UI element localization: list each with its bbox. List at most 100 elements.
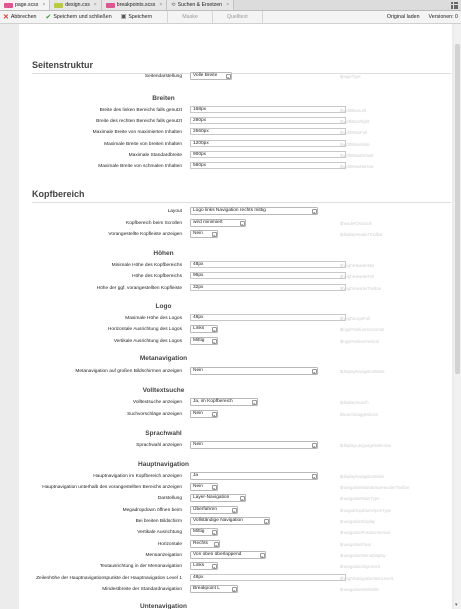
select-field[interactable]: Nein ⌄ [190,441,318,449]
field-label: Vorangestellte Kopfleiste anzeigen [108,231,182,237]
close-icon: ✕ [3,13,9,21]
file-tab[interactable]: page.scss × [0,0,51,10]
field-label: Zeilenhöhe der Hauptnavigationspunkte de… [36,575,182,581]
text-field[interactable]: 48px [190,314,346,321]
select-value: Nein [193,484,203,489]
select-field[interactable]: Nein ⌄ [190,367,318,375]
select-field[interactable]: Mittig ⌄ [190,337,218,345]
cancel-button[interactable]: ✕ Abbrechen [3,14,37,21]
file-tab[interactable]: ⟲ Suchen & Ersetzen × [167,0,234,10]
chevron-down-icon: ⌄ [225,73,231,79]
variable-hint: $widthMaxFull [340,129,367,135]
field-label: Maximale Standardbreite [128,152,182,158]
field-label: Horizontale [157,541,182,547]
text-field[interactable]: 48px [190,574,346,581]
field-label: Volltextsuche anzeigen [132,399,182,405]
field-label: Breite des rechten Bereichs falls genutz… [96,118,182,124]
file-tab-label: design.css [65,2,90,8]
field-label: Horizontale Ausrichtung des Logos [107,326,182,332]
field-label: Breite des linken Bereichs falls genutzt [99,107,182,113]
select-field[interactable]: Nein ⌄ [190,483,218,491]
field-label: Sprachwahl anzeigen [136,442,182,448]
form-row: Vorangestellte Kopfleiste anzeigen Nein ⌄ $… [19,230,452,238]
field-label: Höhe des Kopfbereichs [132,273,182,279]
section-title-seitenstruktur: Seitenstruktur [32,60,94,70]
select-value: Nein [193,442,203,447]
variable-hint: $heightHeaderToolbar [340,285,382,291]
chevron-down-icon: ⌄ [239,495,245,501]
select-field[interactable]: Vollständige Navigation ⌄ [190,517,270,525]
close-tab-icon[interactable]: × [226,2,229,8]
vertical-scrollbar[interactable]: ▾ [454,24,461,609]
toolbar-right: Original laden Versionen: 0 [387,14,458,20]
select-field[interactable]: wird minimiert ⌄ [190,219,246,227]
text-field[interactable]: 560px [190,162,346,169]
text-field[interactable]: 900px [190,151,346,158]
scrollbar-thumb[interactable] [455,44,460,374]
save-and-close-button[interactable]: ✔ Speichern und schließen [46,14,112,21]
select-value: Mittig [193,338,205,343]
form-row: Kopfbereich beim Scrollen wird minimiert ⌄… [19,219,452,227]
text-field[interactable]: 168px [190,106,346,113]
chevron-down-icon: ⌄ [311,442,317,448]
field-value: 168px [193,107,207,112]
select-field[interactable]: Links ⌄ [190,325,218,333]
file-tab[interactable]: breakpoints.scss × [101,0,168,10]
text-field[interactable]: 280px [190,117,346,124]
select-value: Nein [193,411,203,416]
text-field[interactable]: 48px [190,261,346,268]
select-field[interactable]: Von oben überlappend ⌄ [190,551,266,559]
text-field[interactable]: 1200px [190,140,346,147]
select-field[interactable]: Nein ⌄ [190,410,218,418]
app-grid-icon[interactable] [451,2,458,9]
select-field[interactable]: Überfahren ⌄ [190,506,238,514]
select-field[interactable]: Ja ⌄ [190,472,318,480]
file-type-icon [105,2,115,8]
variable-hint: $logoPositionHorizontal [340,326,384,332]
select-field[interactable]: Logo links Navigation rechts mittig ⌄ [190,207,318,215]
select-field[interactable]: Rechts ⌄ [190,540,220,548]
tab-maske[interactable]: Maske [168,10,213,24]
chevron-down-icon: ⌄ [211,411,217,417]
variable-hint: $heightLogoFull [340,315,370,321]
field-label: Maximale Breite von maximierten Inhalten [92,129,182,135]
field-value: 900px [193,152,207,157]
section-divider [32,202,451,203]
field-value: 560px [193,163,207,168]
variable-hint: $navigationAlignment [340,563,381,569]
text-field[interactable]: 32px [190,284,346,291]
select-value: Von oben überlappend [193,552,242,557]
close-tab-icon[interactable]: × [159,2,162,8]
form-row: Seitendarstellung Volle Breite ⌄ $pageType [19,72,452,80]
select-field[interactable]: Mittig ⌄ [190,528,218,536]
field-label: Kopfbereich beim Scrollen [126,220,182,226]
chevron-down-icon: ⌄ [239,220,245,226]
subsection-heading: Hauptnavigation [138,461,189,468]
select-field[interactable]: Links ⌄ [190,562,218,570]
file-tab[interactable]: design.css × [50,0,102,10]
form-row: Bei breiten Bildschirm Vollständige Navig… [19,517,452,525]
scroll-down-arrow-icon[interactable]: ▾ [455,602,458,608]
select-value: Vollständige Navigation [193,518,243,523]
select-value: Nein [193,231,203,236]
variable-hint: $searchSuggestions [340,411,378,417]
variable-hint: $widthMaxWide [340,141,370,147]
select-field[interactable]: Layer-Navigation ⌄ [190,494,246,502]
select-field[interactable]: Breakpoint L ⌄ [190,585,238,593]
save-button[interactable]: ▣ Speichern [121,14,153,21]
tab-quelltext[interactable]: Quelltext [213,10,263,24]
text-field[interactable]: 96px [190,272,346,279]
select-field[interactable]: Volle Breite ⌄ [190,72,232,80]
chevron-down-icon: ⌄ [211,484,217,490]
close-tab-icon[interactable]: × [94,2,97,8]
file-type-icon [4,2,13,8]
text-field[interactable]: 2560px [190,128,346,135]
close-tab-icon[interactable]: × [42,2,45,8]
chevron-down-icon: ⌄ [213,541,219,547]
field-label: Menüanzeigation [145,552,182,558]
select-field[interactable]: Ja, im Kopfbereich ⌄ [190,398,258,406]
select-field[interactable]: Nein ⌄ [190,230,218,238]
form-row: Breite des linken Bereichs falls genutzt… [19,106,452,114]
versions-button[interactable]: Versionen: 0 [429,14,458,20]
original-load-button[interactable]: Original laden [387,14,420,20]
